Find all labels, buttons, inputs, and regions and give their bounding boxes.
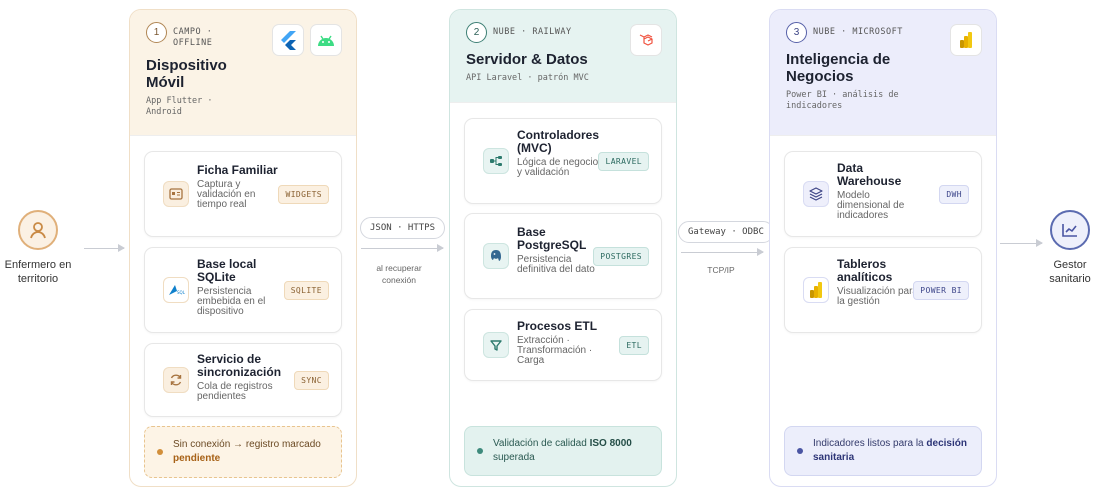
card-tag: POSTGRES — [593, 247, 649, 266]
footer-text: Sin conexión → registro marcado — [173, 439, 321, 450]
card-title: Procesos ETL — [517, 319, 598, 333]
funnel-icon — [483, 332, 509, 358]
arrow-mobile-to-server — [361, 244, 444, 252]
person-icon — [18, 210, 58, 250]
footer-text: Validación de calidad — [493, 438, 587, 449]
card-title: Base local SQLite — [197, 257, 257, 284]
column-title: Dispositivo Móvil — [146, 57, 227, 91]
card-desc: Lógica de negocio y validación — [517, 157, 599, 178]
column-header: 3 NUBE · MICROSOFT Inteligencia de Negoc… — [770, 10, 996, 136]
card-desc: Captura y validación en tiempo real — [197, 179, 256, 210]
column-header: 1 CAMPO · OFFLINE Dispositivo Móvil App … — [130, 10, 356, 136]
card-title: Tableros analíticos — [837, 257, 893, 284]
layers-icon — [803, 181, 829, 207]
card-title: Ficha Familiar — [197, 163, 278, 177]
powerbi-logo — [950, 24, 982, 56]
actor-nurse-label: Enfermero en territorio — [4, 259, 72, 285]
card-desc: Visualización para la gestión — [837, 286, 918, 307]
column-title: Inteligencia de Negocios — [786, 51, 891, 85]
protocol-pill-json-https: JSON · HTTPS — [360, 217, 446, 239]
column-business-intelligence: 3 NUBE · MICROSOFT Inteligencia de Negoc… — [769, 9, 997, 487]
card-desc: Cola de registros pendientes — [197, 381, 273, 402]
card-desc: Persistencia definitiva del dato — [517, 254, 595, 275]
actor-nurse: Enfermero en territorio — [0, 210, 83, 286]
actor-manager-label: Gestor sanitario — [1049, 259, 1091, 285]
card-tag: SYNC — [294, 371, 329, 390]
decision-note: Indicadores listos para la decisión sani… — [784, 426, 982, 476]
card-postgresql: Base PostgreSQL Persistencia definitiva … — [464, 213, 662, 299]
column-server-data: 2 NUBE · RAILWAY Servidor & Datos API La… — [449, 9, 677, 487]
card-tag: DWH — [939, 185, 969, 204]
card-title: Controladores (MVC) — [517, 128, 600, 155]
card-controllers: Controladores (MVC) Lógica de negocio y … — [464, 118, 662, 204]
laravel-logo — [630, 24, 662, 56]
card-title: Data Warehouse — [837, 161, 902, 188]
trend-chart-icon — [1050, 210, 1090, 250]
column-mobile-device: 1 CAMPO · OFFLINE Dispositivo Móvil App … — [129, 9, 357, 487]
card-tag: SQLITE — [283, 281, 329, 300]
status-dot — [477, 448, 483, 454]
svg-text:SQL: SQL — [177, 290, 185, 295]
footer-strong: ISO 8000 — [589, 438, 632, 449]
footer-text: Indicadores listos para la — [813, 438, 924, 449]
connector-note: al recuperar conexión — [376, 263, 422, 285]
card-dashboards: Tableros analíticos Visualización para l… — [784, 247, 982, 333]
card-tag: ETL — [619, 336, 649, 355]
step-number: 2 — [466, 22, 487, 43]
footer-tail: superada — [493, 452, 535, 463]
postgres-elephant-icon — [483, 243, 509, 269]
quality-note: Validación de calidad ISO 8000 superada — [464, 426, 662, 476]
card-desc: Extracción · Transformación · Carga — [517, 335, 593, 366]
column-subtitle: API Laravel · patrón MVC — [466, 73, 589, 83]
step-number: 1 — [146, 22, 167, 43]
step-tag: NUBE · MICROSOFT — [813, 27, 903, 37]
card-etl: Procesos ETL Extracción · Transformación… — [464, 309, 662, 381]
column-header: 2 NUBE · RAILWAY Servidor & Datos API La… — [450, 10, 676, 103]
card-sqlite: SQL Base local SQLite Persistencia embeb… — [144, 247, 342, 333]
id-card-icon — [163, 181, 189, 207]
sqlite-icon: SQL — [163, 277, 189, 303]
step-number: 3 — [786, 22, 807, 43]
powerbi-icon — [803, 277, 829, 303]
arrow-server-to-bi — [681, 248, 764, 256]
status-dot — [797, 448, 803, 454]
card-tag: POWER BI — [913, 281, 969, 300]
flow-nodes-icon — [483, 148, 509, 174]
card-data-warehouse: Data Warehouse Modelo dimensional de ind… — [784, 151, 982, 237]
arrow-actor-to-mobile — [84, 244, 125, 252]
card-sync-service: Servicio de sincronización Cola de regis… — [144, 343, 342, 417]
actor-health-manager: Gestor sanitario — [1025, 210, 1112, 286]
step-tag: NUBE · RAILWAY — [493, 27, 572, 37]
card-tag: LARAVEL — [598, 152, 649, 171]
sync-icon — [163, 367, 189, 393]
step-tag: CAMPO · OFFLINE — [173, 27, 213, 48]
card-ficha-familiar: Ficha Familiar Captura y validación en t… — [144, 151, 342, 237]
protocol-pill-gateway-odbc: Gateway · ODBC — [678, 221, 774, 243]
status-dot — [157, 449, 163, 455]
card-desc: Persistencia embebida en el dispositivo — [197, 286, 266, 317]
card-title: Base PostgreSQL — [517, 225, 587, 252]
flutter-logo — [272, 24, 304, 56]
android-logo — [310, 24, 342, 56]
card-desc: Modelo dimensional de indicadores — [837, 190, 905, 221]
card-tag: WIDGETS — [278, 185, 329, 204]
footer-strong: pendiente — [173, 453, 221, 464]
card-title: Servicio de sincronización — [197, 352, 282, 379]
connector-note: TCP/IP — [707, 265, 735, 275]
offline-note: Sin conexión → registro marcado pendient… — [144, 426, 342, 478]
column-subtitle: App Flutter · Android — [146, 96, 213, 117]
column-subtitle: Power BI · análisis de indicadores — [786, 90, 899, 111]
